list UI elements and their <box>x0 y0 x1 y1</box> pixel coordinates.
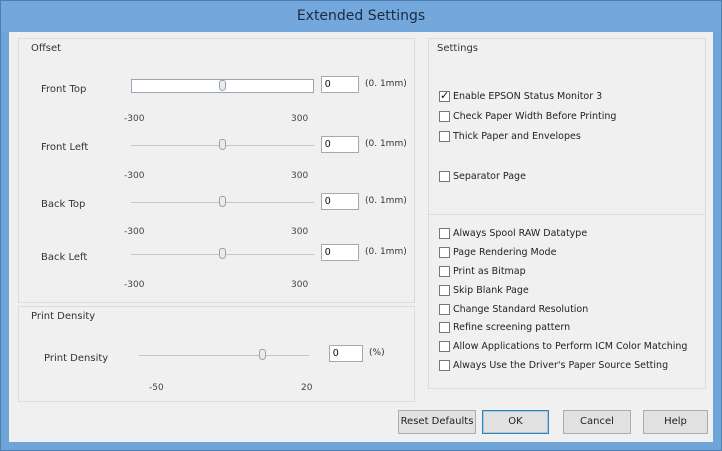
driver-paper-source-label: Always Use the Driver's Paper Source Set… <box>453 360 669 371</box>
offset-group-title: Offset <box>31 43 62 54</box>
spool-raw-checkbox[interactable] <box>439 228 450 239</box>
driver-paper-source-checkbox[interactable] <box>439 360 450 371</box>
front-top-unit: (0. 1mm) <box>365 79 407 89</box>
back-left-input[interactable] <box>321 244 359 261</box>
back-top-slider-thumb[interactable] <box>219 196 226 207</box>
thick-paper-checkbox[interactable] <box>439 131 450 142</box>
skip-blank-page-option[interactable]: Skip Blank Page <box>439 285 529 296</box>
help-button[interactable]: Help <box>643 410 708 434</box>
refine-screening-option[interactable]: Refine screening pattern <box>439 322 570 333</box>
back-top-unit: (0. 1mm) <box>365 196 407 206</box>
back-top-label: Back Top <box>41 199 86 210</box>
spool-raw-label: Always Spool RAW Datatype <box>453 228 588 239</box>
icm-color-matching-option[interactable]: Allow Applications to Perform ICM Color … <box>439 341 687 352</box>
change-resolution-option[interactable]: Change Standard Resolution <box>439 304 588 315</box>
spool-raw-option[interactable]: Always Spool RAW Datatype <box>439 228 587 239</box>
back-top-min-label: -300 <box>124 227 145 237</box>
print-as-bitmap-checkbox[interactable] <box>439 266 450 277</box>
back-left-min-label: -300 <box>124 280 145 290</box>
enable-status-monitor-label: Enable EPSON Status Monitor 3 <box>453 91 603 102</box>
change-resolution-label: Change Standard Resolution <box>453 304 589 315</box>
change-resolution-checkbox[interactable] <box>439 304 450 315</box>
thick-paper-label: Thick Paper and Envelopes <box>453 131 581 142</box>
dialog-title: Extended Settings <box>1 1 721 32</box>
front-top-slider-thumb[interactable] <box>219 80 226 91</box>
dialog-client-area: Offset Front Top -300 300 (0. 1mm) Front… <box>9 32 713 442</box>
front-left-slider-thumb[interactable] <box>219 139 226 150</box>
front-top-min-label: -300 <box>124 114 145 124</box>
refine-screening-checkbox[interactable] <box>439 322 450 333</box>
print-density-slider-track[interactable] <box>139 355 309 356</box>
back-left-max-label: 300 <box>291 280 309 290</box>
print-as-bitmap-label: Print as Bitmap <box>453 266 526 277</box>
page-rendering-checkbox[interactable] <box>439 247 450 258</box>
offset-group: Offset Front Top -300 300 (0. 1mm) Front… <box>18 38 415 303</box>
refine-screening-label: Refine screening pattern <box>453 322 571 333</box>
page-rendering-label: Page Rendering Mode <box>453 247 557 258</box>
front-left-input[interactable] <box>321 136 359 153</box>
check-paper-width-option[interactable]: Check Paper Width Before Printing <box>439 111 616 122</box>
front-top-label: Front Top <box>41 84 87 95</box>
page-rendering-option[interactable]: Page Rendering Mode <box>439 247 556 258</box>
advanced-settings-group: Always Spool RAW Datatype Page Rendering… <box>428 214 706 389</box>
print-density-unit: (%) <box>369 348 385 358</box>
front-left-unit: (0. 1mm) <box>365 139 407 149</box>
check-paper-width-checkbox[interactable] <box>439 111 450 122</box>
front-left-label: Front Left <box>41 142 89 153</box>
extended-settings-dialog: Extended Settings Offset Front Top -300 … <box>0 0 722 451</box>
separator-page-checkbox[interactable] <box>439 171 450 182</box>
separator-page-option[interactable]: Separator Page <box>439 171 526 182</box>
icm-color-matching-checkbox[interactable] <box>439 341 450 352</box>
cancel-button[interactable]: Cancel <box>563 410 631 434</box>
check-paper-width-label: Check Paper Width Before Printing <box>453 111 617 122</box>
skip-blank-page-label: Skip Blank Page <box>453 285 529 296</box>
separator-page-label: Separator Page <box>453 171 526 182</box>
print-density-min-label: -50 <box>149 383 164 393</box>
front-top-input[interactable] <box>321 76 359 93</box>
reset-defaults-button[interactable]: Reset Defaults <box>398 410 476 434</box>
settings-group-title: Settings <box>437 43 479 54</box>
print-density-group: Print Density Print Density -50 20 (%) <box>18 306 415 402</box>
front-left-min-label: -300 <box>124 171 145 181</box>
print-density-group-title: Print Density <box>31 311 96 322</box>
enable-status-monitor-option[interactable]: Enable EPSON Status Monitor 3 <box>439 89 603 102</box>
settings-group: Settings Enable EPSON Status Monitor 3 C… <box>428 38 706 220</box>
print-density-max-label: 20 <box>301 383 313 393</box>
back-top-max-label: 300 <box>291 227 309 237</box>
driver-paper-source-option[interactable]: Always Use the Driver's Paper Source Set… <box>439 360 668 371</box>
front-left-max-label: 300 <box>291 171 309 181</box>
back-left-slider-thumb[interactable] <box>219 248 226 259</box>
front-top-max-label: 300 <box>291 114 309 124</box>
back-left-label: Back Left <box>41 252 88 263</box>
enable-status-monitor-checkbox[interactable] <box>439 89 450 102</box>
print-density-input[interactable] <box>329 345 363 362</box>
skip-blank-page-checkbox[interactable] <box>439 285 450 296</box>
print-as-bitmap-option[interactable]: Print as Bitmap <box>439 266 526 277</box>
ok-button[interactable]: OK <box>482 410 549 434</box>
print-density-label: Print Density <box>44 353 109 364</box>
thick-paper-option[interactable]: Thick Paper and Envelopes <box>439 131 581 142</box>
back-left-unit: (0. 1mm) <box>365 247 407 257</box>
print-density-slider-thumb[interactable] <box>259 349 266 360</box>
back-top-input[interactable] <box>321 193 359 210</box>
icm-color-matching-label: Allow Applications to Perform ICM Color … <box>453 341 688 352</box>
